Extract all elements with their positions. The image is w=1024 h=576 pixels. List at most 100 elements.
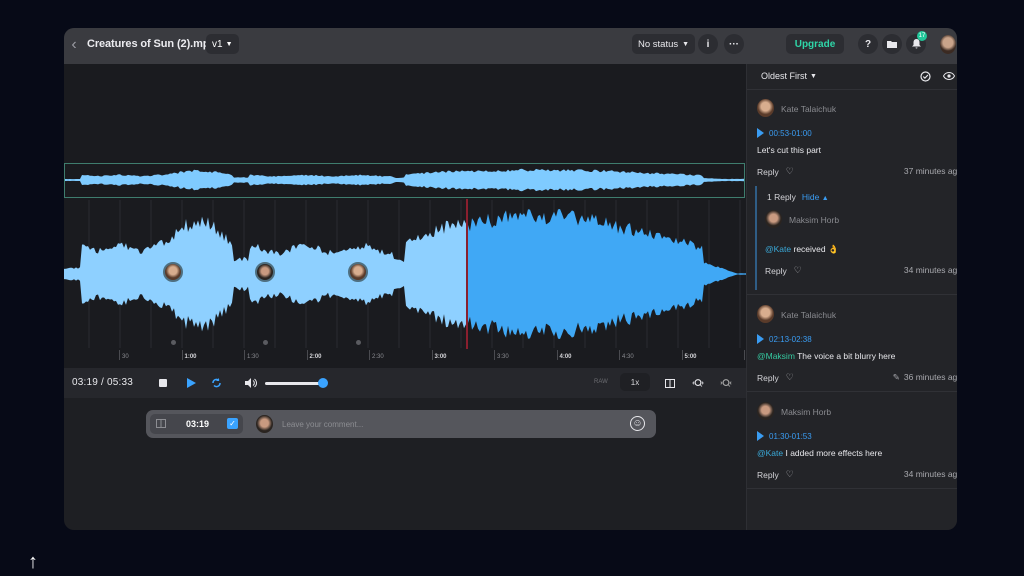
comment-range[interactable]: 00:53-01:00 <box>757 128 812 138</box>
timeline-tick <box>494 350 495 360</box>
zoom-in-button[interactable] <box>691 376 705 390</box>
range-label: 01:30-01:53 <box>769 431 812 441</box>
more-button[interactable]: ··· <box>724 34 744 54</box>
timeline-tick-label: 2:00 <box>309 354 322 360</box>
zoom-out-button[interactable] <box>719 376 733 390</box>
comment-time: 36 minutes ago <box>903 372 957 382</box>
loop-button[interactable] <box>209 376 223 390</box>
comment-item: Kate Talaichuk 00:53-01:00 Let's cut thi… <box>747 90 957 295</box>
reply-count: 1 Reply <box>767 192 796 202</box>
timeline-tick <box>369 350 370 360</box>
comments-sidebar: Oldest First ▼ Kate Talaichuk 00:53-01:0… <box>746 64 957 530</box>
reply-time: 34 minutes ago <box>903 265 957 275</box>
scroll-up-button[interactable]: ↑ <box>28 552 48 573</box>
timeline-tick <box>306 350 308 360</box>
current-user-avatar <box>256 415 273 433</box>
loop-icon <box>211 378 221 388</box>
comment-marker-avatar[interactable] <box>255 262 275 282</box>
chevron-up-icon: ▲ <box>821 195 829 202</box>
help-icon: ? <box>864 38 872 50</box>
reply-actions: Reply ♡ <box>765 265 802 276</box>
fit-width-icon <box>665 378 675 388</box>
comment-time: 37 minutes ago <box>903 166 957 176</box>
zoom-out-icon <box>720 379 732 387</box>
timestamp-toggle[interactable]: 03:19 ✓ <box>150 414 243 434</box>
timeline-tick <box>681 350 683 360</box>
waveform-unplayed <box>468 209 746 339</box>
play-icon <box>757 128 764 138</box>
author-name: Maksim Horb <box>789 215 840 225</box>
upgrade-button[interactable]: Upgrade <box>786 34 844 54</box>
timeline-ruler[interactable]: 301:001:302:002:303:003:304:004:305:005 <box>64 350 750 364</box>
chevron-left-icon: ‹ <box>71 36 77 53</box>
visibility-button[interactable] <box>943 70 955 82</box>
author-avatar <box>757 99 774 117</box>
author-avatar <box>757 305 774 323</box>
timeline-tick <box>181 350 183 360</box>
volume-slider[interactable] <box>265 382 323 385</box>
timeline-tick-label: 30 <box>122 354 129 360</box>
comment-dot[interactable] <box>263 340 268 345</box>
comment-time-edited: ✎ 36 minutes ago <box>893 372 957 383</box>
edit-icon[interactable]: ✎ <box>893 372 900 382</box>
heart-icon[interactable]: ♡ <box>786 166 794 177</box>
version-select[interactable]: v1 ▼ <box>206 34 239 54</box>
comment-dot[interactable] <box>356 340 361 345</box>
help-button[interactable]: ? <box>858 34 878 54</box>
timeline-tick-label: 3:30 <box>497 354 509 360</box>
sort-label: Oldest First <box>761 71 808 81</box>
mention[interactable]: @Kate <box>765 244 791 254</box>
comment-marker-avatar[interactable] <box>348 262 368 282</box>
chevron-down-icon: ▼ <box>682 40 690 48</box>
back-button[interactable]: ‹ <box>66 35 82 55</box>
volume-button[interactable] <box>244 376 258 390</box>
comment-dot[interactable] <box>171 340 176 345</box>
author-avatar <box>757 402 774 420</box>
reply-button[interactable]: Reply <box>757 167 779 177</box>
emoji-button[interactable]: ☺ <box>630 416 645 431</box>
reply-button[interactable]: Reply <box>757 373 779 383</box>
play-icon <box>757 431 764 441</box>
volume-slider-handle[interactable] <box>318 378 328 388</box>
waveform-area[interactable]: 301:001:302:002:303:003:304:004:305:005 <box>64 64 750 368</box>
comment-range[interactable]: 02:13-02:38 <box>757 334 812 344</box>
sort-dropdown[interactable]: Oldest First ▼ <box>761 71 817 81</box>
chevron-down-icon: ▼ <box>810 72 817 80</box>
timeline-tick-label: 2:30 <box>372 354 384 360</box>
user-avatar[interactable] <box>940 35 956 54</box>
heart-icon[interactable]: ♡ <box>794 265 802 276</box>
comment-range[interactable]: 01:30-01:53 <box>757 431 812 441</box>
reply-text: @Kate received 👌 <box>765 244 839 255</box>
playback-speed[interactable]: 1x <box>620 373 650 391</box>
emoji-icon: ☺ <box>632 418 643 429</box>
comment-item: Kate Talaichuk 02:13-02:38 @Maksim The v… <box>747 296 957 392</box>
info-button[interactable]: i <box>698 34 718 54</box>
comment-composer: 03:19 ✓ ☺ <box>146 410 656 438</box>
heart-icon[interactable]: ♡ <box>786 372 794 383</box>
mention[interactable]: @Maksim <box>757 351 795 361</box>
comment-actions: Reply ♡ <box>757 469 794 480</box>
comment-timestamp: 03:19 <box>186 419 210 429</box>
overview-selection[interactable] <box>64 163 745 198</box>
play-icon <box>757 334 764 344</box>
waveform[interactable] <box>64 64 746 368</box>
timestamp-checkbox[interactable]: ✓ <box>227 418 238 429</box>
folder-button[interactable] <box>882 34 902 54</box>
play-button[interactable] <box>184 376 198 390</box>
comment-marker-avatar[interactable] <box>163 262 183 282</box>
stop-button[interactable] <box>156 376 170 390</box>
file-name: Creatures of Sun (2).mp3 <box>87 38 216 50</box>
playhead[interactable] <box>466 199 468 349</box>
status-select[interactable]: No status ▼ <box>632 34 696 54</box>
reply-button[interactable]: Reply <box>765 266 787 276</box>
fit-button[interactable] <box>663 376 677 390</box>
version-label: v1 <box>212 38 223 50</box>
heart-icon[interactable]: ♡ <box>786 469 794 480</box>
hide-replies-button[interactable]: Hide ▲ <box>802 192 829 202</box>
mention[interactable]: @Kate <box>757 448 783 458</box>
range-label: 02:13-02:38 <box>769 334 812 344</box>
reply-button[interactable]: Reply <box>757 470 779 480</box>
comment-input[interactable] <box>282 417 612 431</box>
resolve-filter-button[interactable] <box>919 70 931 82</box>
raw-toggle[interactable]: RAW <box>594 379 608 385</box>
